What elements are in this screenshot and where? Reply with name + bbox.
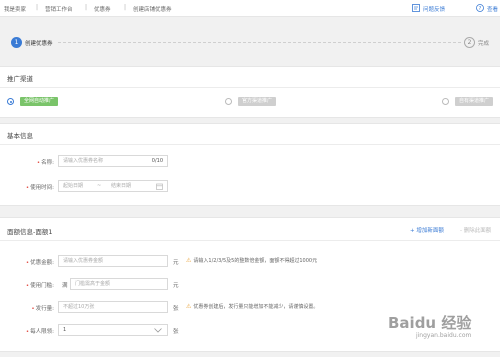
feedback-link[interactable]: 问题反馈	[423, 5, 445, 13]
amount-tip: ⚠ 请输入1/2/3/5及5的整数倍金额，面额不得超过1000元	[186, 257, 318, 264]
section-title: 推广渠道	[7, 75, 33, 83]
date-range-separator: ~	[97, 183, 102, 189]
step1-label: 创建优惠券	[25, 41, 53, 47]
promo-radio-auto[interactable]	[7, 98, 14, 105]
name-label: •名称:	[36, 160, 54, 166]
promo-option-official[interactable]: 官方渠道推广	[238, 97, 277, 106]
threshold-prefix: 满	[62, 283, 68, 289]
step2-indicator: 2	[464, 37, 475, 48]
time-label: •使用时间:	[25, 185, 54, 191]
watermark-url: jingyan.baidu.com	[415, 332, 472, 339]
limit-unit: 张	[173, 329, 179, 335]
warning-icon: ⚠	[186, 257, 192, 264]
warning-icon: ⚠	[186, 303, 192, 310]
step2-label: 完成	[478, 41, 490, 47]
svg-text:?: ?	[479, 6, 482, 12]
issue-input[interactable]: 不超过10万张	[58, 301, 168, 313]
breadcrumb-separator: |	[124, 4, 127, 11]
watermark: Baidu 经验 jingyan.baidu.com	[388, 312, 471, 339]
breadcrumb-item-seller[interactable]: 我是卖家	[4, 5, 26, 13]
delete-face-value-button[interactable]: - 删除此面额	[460, 226, 491, 234]
breadcrumb-item-coupons[interactable]: 优惠券	[94, 5, 111, 13]
breadcrumb-separator: |	[85, 4, 88, 11]
promo-radio-own[interactable]	[442, 98, 449, 105]
step1-indicator: 1	[11, 37, 22, 48]
calendar-icon	[156, 183, 163, 190]
issue-label: •发行量:	[31, 306, 54, 312]
limit-select[interactable]: 1	[58, 324, 168, 336]
top-bar: 我是卖家 | 营销工作台 | 优惠券 | 创建店铺优惠券 问题反馈 ? 查看	[0, 0, 500, 17]
promo-radio-official[interactable]	[225, 98, 232, 105]
amount-label: •优惠金额:	[25, 260, 54, 266]
basic-info-panel: 基本信息 •名称: 请输入优惠券名称 0/10 •使用时间: 起始日期 ~ 结束…	[0, 123, 500, 206]
section-title: 基本信息	[7, 132, 33, 140]
help-link[interactable]: 查看	[487, 5, 498, 13]
promo-option-own[interactable]: 自有渠道推广	[455, 97, 494, 106]
end-date[interactable]: 结束日期	[111, 181, 131, 191]
breadcrumb-separator: |	[36, 4, 39, 11]
name-input[interactable]: 请输入优惠券名称 0/10	[58, 155, 168, 167]
issue-unit: 张	[173, 306, 179, 312]
divider	[0, 87, 500, 88]
limit-label: •每人限领:	[25, 329, 54, 335]
section-title: 面额信息-面额1	[7, 228, 53, 236]
amount-unit: 元	[173, 260, 179, 266]
threshold-label: •使用门槛:	[25, 283, 54, 289]
breadcrumb-item-marketing[interactable]: 营销工作台	[45, 5, 73, 13]
threshold-input[interactable]: 门槛需高于金额	[70, 278, 168, 290]
divider	[0, 144, 500, 145]
divider	[0, 240, 500, 241]
help-icon: ?	[476, 4, 484, 12]
amount-input[interactable]: 请输入优惠券金额	[58, 255, 168, 267]
start-date[interactable]: 起始日期	[63, 183, 83, 189]
name-counter: 0/10	[151, 158, 163, 164]
add-face-value-button[interactable]: + 增加新面额	[410, 226, 444, 234]
date-range-input[interactable]: 起始日期 ~ 结束日期	[58, 180, 168, 192]
watermark-brand: Baidu 经验	[388, 314, 472, 332]
promo-option-auto[interactable]: 全网自动推广	[20, 97, 59, 106]
threshold-unit: 元	[173, 283, 179, 289]
steps-connector	[58, 42, 461, 43]
chevron-down-icon	[154, 328, 162, 333]
breadcrumb-item-create: 创建店铺优惠券	[133, 7, 172, 13]
issue-tip: ⚠ 优惠券创建后，发行量只能增加不能减少，请谨慎设置。	[186, 303, 319, 310]
feedback-icon	[412, 4, 420, 12]
promo-panel: 推广渠道 全网自动推广 官方渠道推广 自有渠道推广	[0, 66, 500, 118]
progress-steps: 1 创建优惠券 2 完成	[0, 26, 500, 62]
